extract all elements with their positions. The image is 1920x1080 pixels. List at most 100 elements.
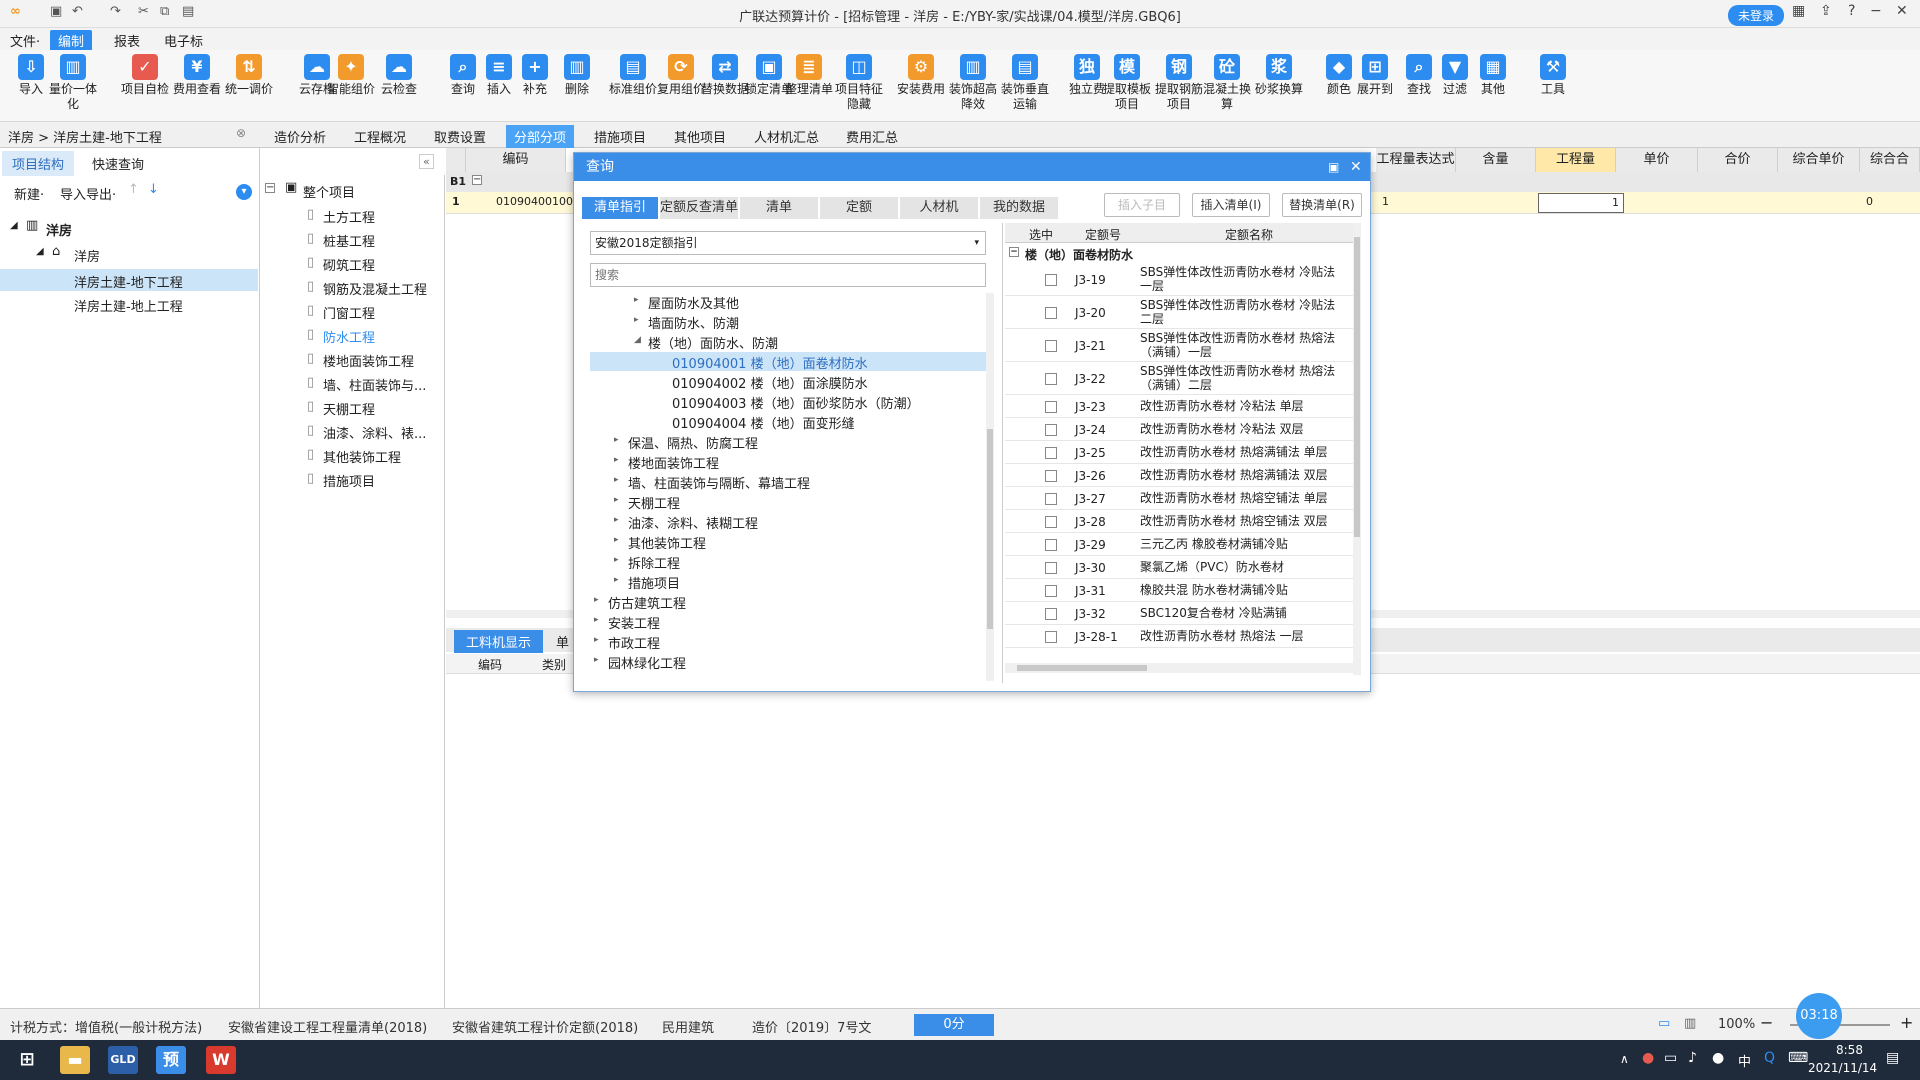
row-checkbox[interactable]	[1045, 423, 1057, 436]
tree-expand-icon[interactable]: ◢	[10, 220, 18, 231]
replace-bill-button[interactable]: 替换清单(R)	[1282, 193, 1362, 217]
row-checkbox[interactable]	[1045, 446, 1057, 459]
quota-scrollbar[interactable]	[1353, 223, 1361, 675]
guide-tree-item[interactable]: 楼地面装饰工程	[628, 453, 719, 472]
timer-badge[interactable]: 03:18	[1796, 993, 1842, 1039]
ribbon-button-adjust-price[interactable]: ⇅ 统一调价	[220, 54, 278, 97]
tab-labor-material[interactable]: 人材机汇总	[746, 125, 827, 148]
row-checkbox[interactable]	[1045, 630, 1057, 643]
ribbon-button-template[interactable]: 模提取模板项目	[1098, 54, 1156, 112]
col-expression[interactable]: 工程量表达式	[1376, 148, 1456, 172]
collapsed-arrow-icon[interactable]: ▸	[594, 595, 599, 605]
col-bottom-code[interactable]: 编码	[478, 656, 502, 673]
ribbon-button-delete[interactable]: ▥ 删除	[548, 54, 606, 97]
row-checkbox[interactable]	[1045, 273, 1057, 286]
tree-item-division[interactable]: 土方工程	[323, 207, 375, 226]
keyboard-icon[interactable]: ⌨	[1788, 1050, 1808, 1066]
quota-row[interactable]: J3-26 改性沥青防水卷材 热熔满铺法 双层	[1005, 464, 1353, 487]
guide-tree-item[interactable]: 天棚工程	[628, 493, 680, 512]
collapsed-arrow-icon[interactable]: ▸	[614, 475, 619, 485]
guide-tree-item[interactable]: 拆除工程	[628, 553, 680, 572]
guide-tree-item[interactable]: 010904001 楼（地）面卷材防水	[672, 353, 868, 372]
app-icon[interactable]: GLD	[108, 1046, 138, 1074]
guide-tree-item[interactable]: 安装工程	[608, 613, 660, 632]
tree-item-division[interactable]: 其他装饰工程	[323, 447, 401, 466]
quota-row[interactable]: J3-21 SBS弹性体改性沥青防水卷材 热熔法（满铺）一层	[1005, 329, 1353, 362]
ribbon-button-decoration-height[interactable]: ▥ 装饰超高降效	[944, 54, 1002, 112]
row-checkbox[interactable]	[1045, 469, 1057, 482]
quota-row[interactable]: J3-29 三元乙丙 橡胶卷材满铺冷贴	[1005, 533, 1353, 556]
quota-row[interactable]: J3-19 SBS弹性体改性沥青防水卷材 冷贴法 一层	[1005, 263, 1353, 296]
collapsed-arrow-icon[interactable]: ▸	[594, 635, 599, 645]
tab-cost-analysis[interactable]: 造价分析	[266, 125, 334, 148]
tree-item-aboveground[interactable]: 洋房土建-地上工程	[74, 296, 183, 315]
row-checkbox[interactable]	[1045, 339, 1057, 352]
row-expression[interactable]: 1	[1382, 195, 1389, 208]
guide-tree-item[interactable]: 其他装饰工程	[628, 533, 706, 552]
quota-hscrollbar[interactable]	[1005, 663, 1353, 673]
tree-expand-icon[interactable]: ◢	[36, 246, 44, 257]
guide-tree-item[interactable]: 仿古建筑工程	[608, 593, 686, 612]
tab-measures[interactable]: 措施项目	[586, 125, 654, 148]
settings-down-icon[interactable]: ▾	[236, 184, 252, 200]
ime-indicator[interactable]: 中	[1738, 1051, 1751, 1070]
tree-scrollbar[interactable]	[986, 293, 994, 681]
guide-tree-item[interactable]: 010904004 楼（地）面变形缝	[672, 413, 855, 432]
tree-item-division[interactable]: 楼地面装饰工程	[323, 351, 414, 370]
ribbon-button-tool[interactable]: ⚒ 工具	[1524, 54, 1582, 97]
mic-icon[interactable]: ●	[1712, 1050, 1724, 1066]
row-checkbox[interactable]	[1045, 561, 1057, 574]
menu-report[interactable]: 报表	[106, 30, 148, 51]
tab-overview[interactable]: 工程概况	[346, 125, 414, 148]
notification-icon[interactable]: ▤	[1886, 1050, 1899, 1066]
row-checkbox[interactable]	[1045, 538, 1057, 551]
tab-my-data[interactable]: 我的数据	[980, 197, 1058, 219]
tab-items[interactable]: 分部分项	[506, 125, 575, 148]
ribbon-button-self-check[interactable]: ✓ 项目自检	[116, 54, 174, 97]
collapsed-arrow-icon[interactable]: ▸	[634, 295, 639, 305]
menu-file[interactable]: 文件·	[2, 30, 48, 51]
guide-tree-item[interactable]: 保温、隔热、防腐工程	[628, 433, 758, 452]
tree-item-division[interactable]: 防水工程	[323, 327, 375, 346]
quota-row[interactable]: J3-25 改性沥青防水卷材 热熔满铺法 单层	[1005, 441, 1353, 464]
row-checkbox[interactable]	[1045, 492, 1057, 505]
guide-tree-item[interactable]: 屋面防水及其他	[648, 293, 739, 312]
zoom-out-icon[interactable]: −	[1760, 1013, 1773, 1032]
guide-tree-item[interactable]: 市政工程	[608, 633, 660, 652]
ribbon-button-quantity-price[interactable]: ▥ 量价一体化	[44, 54, 102, 112]
insert-bill-button[interactable]: 插入清单(I)	[1192, 193, 1270, 217]
qq-icon[interactable]: Q	[1764, 1050, 1775, 1066]
row-checkbox[interactable]	[1045, 607, 1057, 620]
collapsed-arrow-icon[interactable]: ▸	[594, 655, 599, 665]
mid-root[interactable]: 整个项目	[303, 182, 355, 201]
tab-quota-reverse[interactable]: 定额反查清单	[660, 197, 738, 219]
collapsed-arrow-icon[interactable]: ▸	[634, 315, 639, 325]
new-button[interactable]: 新建·	[14, 184, 44, 203]
collapse-icon[interactable]: ⊗	[236, 126, 246, 140]
score-badge[interactable]: 0分	[914, 1014, 994, 1036]
tree-item-division[interactable]: 砌筑工程	[323, 255, 375, 274]
zoom-in-icon[interactable]: +	[1900, 1013, 1913, 1032]
collapsed-arrow-icon[interactable]: ▸	[614, 555, 619, 565]
search-input[interactable]	[590, 263, 986, 287]
insert-sub-button[interactable]: 插入子目	[1104, 193, 1180, 217]
login-button[interactable]: 未登录	[1728, 5, 1785, 26]
tree-item-division[interactable]: 措施项目	[323, 471, 375, 490]
tab-quota[interactable]: 定额	[820, 197, 898, 219]
tab-project-structure[interactable]: 项目结构	[2, 151, 75, 176]
group-collapse-icon[interactable]: −	[472, 175, 482, 185]
move-down-icon[interactable]: ↓	[148, 182, 159, 197]
ribbon-button-cloud-check[interactable]: ☁ 云检查	[370, 54, 428, 97]
tab-fee-summary[interactable]: 费用汇总	[838, 125, 906, 148]
quota-row[interactable]: J3-30 聚氯乙烯（PVC）防水卷材	[1005, 556, 1353, 579]
quota-row[interactable]: J3-27 改性沥青防水卷材 热熔空铺法 单层	[1005, 487, 1353, 510]
tree-root[interactable]: 洋房	[46, 220, 72, 239]
guide-tree-item[interactable]: 墙面防水、防潮	[648, 313, 739, 332]
col-code[interactable]: 编码	[466, 148, 566, 172]
row-code[interactable]: 010904001001	[496, 195, 580, 208]
quota-row[interactable]: J3-31 橡胶共混 防水卷材满铺冷贴	[1005, 579, 1353, 602]
quota-row[interactable]: J3-28 改性沥青防水卷材 热熔空铺法 双层	[1005, 510, 1353, 533]
tray-up-icon[interactable]: ∧	[1620, 1052, 1629, 1066]
collapsed-arrow-icon[interactable]: ▸	[614, 575, 619, 585]
move-up-icon[interactable]: ↑	[128, 182, 139, 197]
